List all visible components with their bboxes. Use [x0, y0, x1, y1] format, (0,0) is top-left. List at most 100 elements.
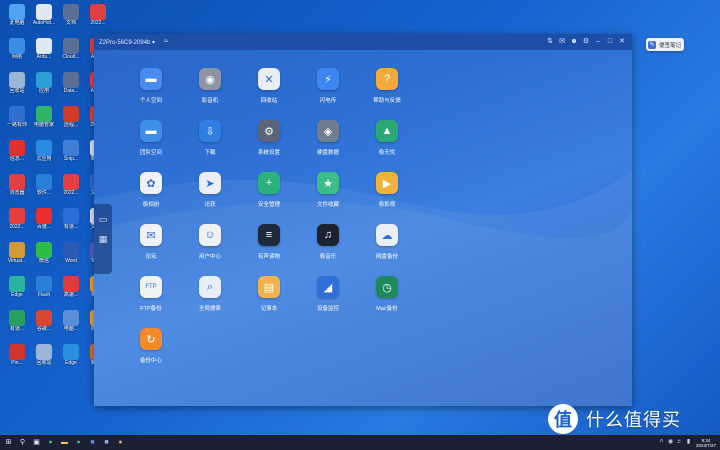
app-icon-3[interactable]: ●: [115, 437, 126, 448]
desktop-icon[interactable]: AutoHot...: [29, 4, 59, 32]
wechat-icon[interactable]: ●: [45, 437, 56, 448]
app-icon: [9, 106, 25, 122]
desktop-icon[interactable]: 一路有你: [2, 106, 32, 134]
recycle-icon: [36, 344, 52, 360]
app-help[interactable]: ? 帮助与反馈: [360, 68, 414, 104]
desktop-icon[interactable]: 文档: [56, 4, 86, 32]
app-notebook[interactable]: ▤ 记事本: [242, 276, 296, 312]
search-icon[interactable]: ⚲: [17, 437, 28, 448]
desktop-icon[interactable]: Data...: [56, 72, 86, 100]
desktop-icon[interactable]: 软件...: [29, 174, 59, 202]
sticky-note-widget[interactable]: ✎ 便签笔记: [646, 38, 684, 51]
maximize-icon[interactable]: □: [605, 37, 615, 47]
ftp-icon: FTP: [140, 276, 162, 298]
app-lightning[interactable]: ⚡ 闪电传: [301, 68, 355, 104]
desktop-icon[interactable]: Ardu...: [29, 38, 59, 66]
app-user-center[interactable]: ☺ 用户中心: [183, 224, 237, 260]
app-search[interactable]: ⌕ 全局搜索: [183, 276, 237, 312]
desktop-icon[interactable]: 网络: [2, 38, 32, 66]
app-cloud-backup[interactable]: ☁ 网盘备份: [360, 224, 414, 260]
desktop-icon[interactable]: Virtual...: [2, 242, 32, 270]
desktop-icon-label: Cloud...: [62, 54, 80, 60]
app-settings[interactable]: ⚙ 系统设置: [242, 120, 296, 156]
app-time-machine[interactable]: ◷ Mac备份: [360, 276, 414, 312]
desktop-icon-label: Ardu...: [36, 54, 52, 60]
desktop-icon[interactable]: 远程...: [56, 106, 86, 134]
nas-window[interactable]: Z2Pro-56C9-2094b ▾ ≈ ⇅ ✉ ☻ ⚙ – □ ✕ ▭ ▦ ▬…: [94, 34, 632, 406]
app-team-folder[interactable]: ▬ 团队空间: [124, 120, 178, 156]
app-folder[interactable]: ▬ 个人空间: [124, 68, 178, 104]
desktop-icon[interactable]: Flash: [29, 276, 59, 304]
app-download[interactable]: ⇩ 下载: [183, 120, 237, 156]
desktop-icon-label: 远程...: [63, 122, 79, 128]
desktop-icon[interactable]: 有道...: [56, 208, 86, 236]
app-icon-2[interactable]: ■: [101, 437, 112, 448]
edge-icon: [9, 276, 25, 292]
app-movie[interactable]: ▶ 极影视: [360, 172, 414, 208]
desktop-icon[interactable]: 高速...: [56, 276, 86, 304]
app-trash[interactable]: ✕ 回收站: [242, 68, 296, 104]
desktop-icon[interactable]: 百度...: [29, 208, 59, 236]
app-graduation[interactable]: ▲ 极无忧: [360, 120, 414, 156]
app-bookmark[interactable]: ★ 文件收藏: [301, 172, 355, 208]
desktop-icon[interactable]: 云应用: [29, 140, 59, 168]
minimize-icon[interactable]: –: [593, 37, 603, 47]
app-disk[interactable]: ◈ 硬盘数据: [301, 120, 355, 156]
app-bird[interactable]: ➤ 迅获: [183, 172, 237, 208]
explorer-icon[interactable]: ▬: [59, 437, 70, 448]
app-icon-1[interactable]: ■: [87, 437, 98, 448]
app-speaker[interactable]: ◉ 影音机: [183, 68, 237, 104]
desktop-icon[interactable]: 信息...: [2, 140, 32, 168]
desktop-icon[interactable]: 此电脑: [2, 4, 32, 32]
computer-icon: [9, 4, 25, 20]
desktop-icon[interactable]: 电脑管家: [29, 106, 59, 134]
desktop-icon[interactable]: 2022...: [83, 4, 113, 32]
app-icon: [9, 310, 25, 326]
desktop-icon[interactable]: 2022...: [56, 174, 86, 202]
desktop-icon[interactable]: Edge: [2, 276, 32, 304]
app-ftp[interactable]: FTP FTP备份: [124, 276, 178, 312]
battery-icon[interactable]: ▮: [685, 439, 692, 446]
watermark-text: 什么值得买: [586, 410, 681, 430]
app-forum[interactable]: ✉ 论坛: [124, 224, 178, 260]
desktop-icon[interactable]: 微信: [29, 242, 59, 270]
desktop-icon[interactable]: 有道...: [2, 310, 32, 338]
desktop-icon[interactable]: Snip...: [56, 140, 86, 168]
desktop-icon[interactable]: 回收站: [29, 344, 59, 372]
music-icon: ♫: [317, 224, 339, 246]
close-icon[interactable]: ✕: [617, 37, 627, 47]
task-view-icon[interactable]: ▣: [31, 437, 42, 448]
desktop-toggle-icon[interactable]: ▭: [98, 214, 108, 224]
desktop-icon[interactable]: 回收站: [2, 72, 32, 100]
pin-icon[interactable]: ⇅: [545, 37, 555, 47]
desktop-icon[interactable]: 电脑...: [56, 310, 86, 338]
desktop-icon[interactable]: 谷歌...: [29, 310, 59, 338]
app-photos[interactable]: ✿ 极相册: [124, 172, 178, 208]
desktop-icon[interactable]: Edge: [56, 344, 86, 372]
pdf-icon: [90, 4, 106, 20]
app-audio-wave[interactable]: ≡ 有声读物: [242, 224, 296, 260]
window-titlebar[interactable]: Z2Pro-56C9-2094b ▾ ≈ ⇅ ✉ ☻ ⚙ – □ ✕: [94, 34, 632, 50]
clock[interactable]: 9:34 2023/7/27: [696, 438, 716, 448]
app-icon: [63, 276, 79, 292]
desktop-icon[interactable]: Pin...: [2, 344, 32, 372]
app-monitor-chart[interactable]: ◢ 设备监控: [301, 276, 355, 312]
floppy-icon: [63, 38, 79, 54]
volume-icon[interactable]: ♬: [676, 439, 683, 446]
desktop-icon[interactable]: Word: [56, 242, 86, 270]
desktop-icon[interactable]: 浏览器: [2, 174, 32, 202]
user-icon[interactable]: ☻: [569, 37, 579, 47]
desktop-icon[interactable]: 2022...: [2, 208, 32, 236]
app-shield[interactable]: + 安全管理: [242, 172, 296, 208]
network-icon[interactable]: ◉: [667, 439, 674, 446]
app-backup-center[interactable]: ↻ 备份中心: [124, 328, 178, 364]
edge-icon[interactable]: ●: [73, 437, 84, 448]
desktop-icon[interactable]: 应用: [29, 72, 59, 100]
app-music[interactable]: ♫ 极音乐: [301, 224, 355, 260]
start-icon[interactable]: ⊞: [3, 437, 14, 448]
mail-icon[interactable]: ✉: [557, 37, 567, 47]
gear-icon[interactable]: ⚙: [581, 37, 591, 47]
desktop-icon[interactable]: Cloud...: [56, 38, 86, 66]
tray-chevron-icon[interactable]: ˄: [658, 439, 665, 446]
app-grid-icon[interactable]: ▦: [98, 234, 108, 244]
